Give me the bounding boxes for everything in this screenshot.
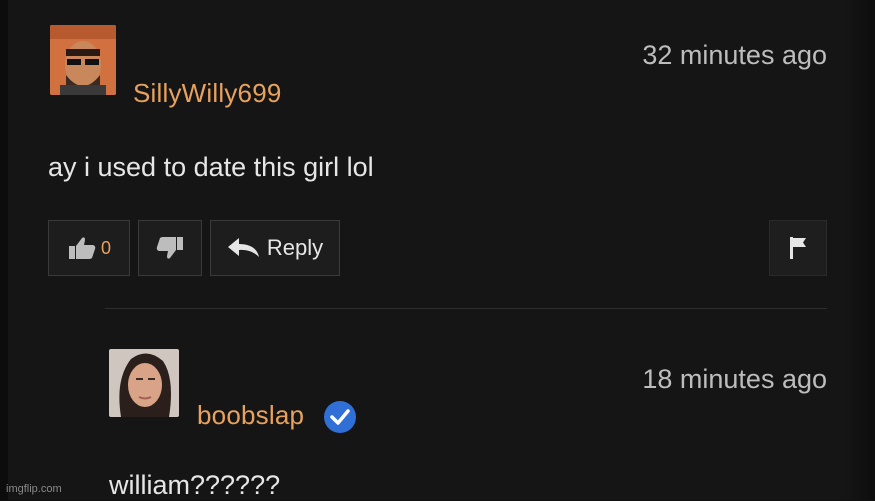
username[interactable]: boobslap [197, 400, 356, 434]
report-flag-button[interactable] [769, 220, 827, 276]
username-label: boobslap [197, 400, 305, 430]
like-button[interactable]: 0 [48, 220, 130, 276]
username[interactable]: SillyWilly699 [133, 78, 282, 109]
timestamp: 32 minutes ago [642, 40, 827, 70]
like-count: 0 [100, 237, 111, 258]
reply-label: Reply [266, 235, 324, 260]
reply-arrow-icon [227, 238, 259, 257]
verified-badge-icon [323, 401, 356, 434]
comment-actions: 0 Reply [0, 220, 875, 276]
reply-button[interactable]: Reply [210, 220, 340, 276]
avatar-image [50, 25, 116, 95]
thumbs-up-icon [68, 237, 96, 259]
comment-divider [105, 308, 827, 309]
flag-icon [790, 237, 806, 259]
comment-text: ay i used to date this girl lol [48, 152, 374, 182]
watermark: imgflip.com [6, 483, 62, 495]
thumbs-down-icon [156, 237, 183, 259]
avatar[interactable] [109, 349, 179, 417]
dislike-button[interactable] [138, 220, 202, 276]
avatar-image [109, 349, 179, 417]
comment-text: william?????? [109, 470, 281, 500]
comment-thread: SillyWilly699 32 minutes ago ay i used t… [0, 0, 875, 500]
avatar[interactable] [50, 25, 116, 95]
timestamp: 18 minutes ago [642, 364, 827, 394]
